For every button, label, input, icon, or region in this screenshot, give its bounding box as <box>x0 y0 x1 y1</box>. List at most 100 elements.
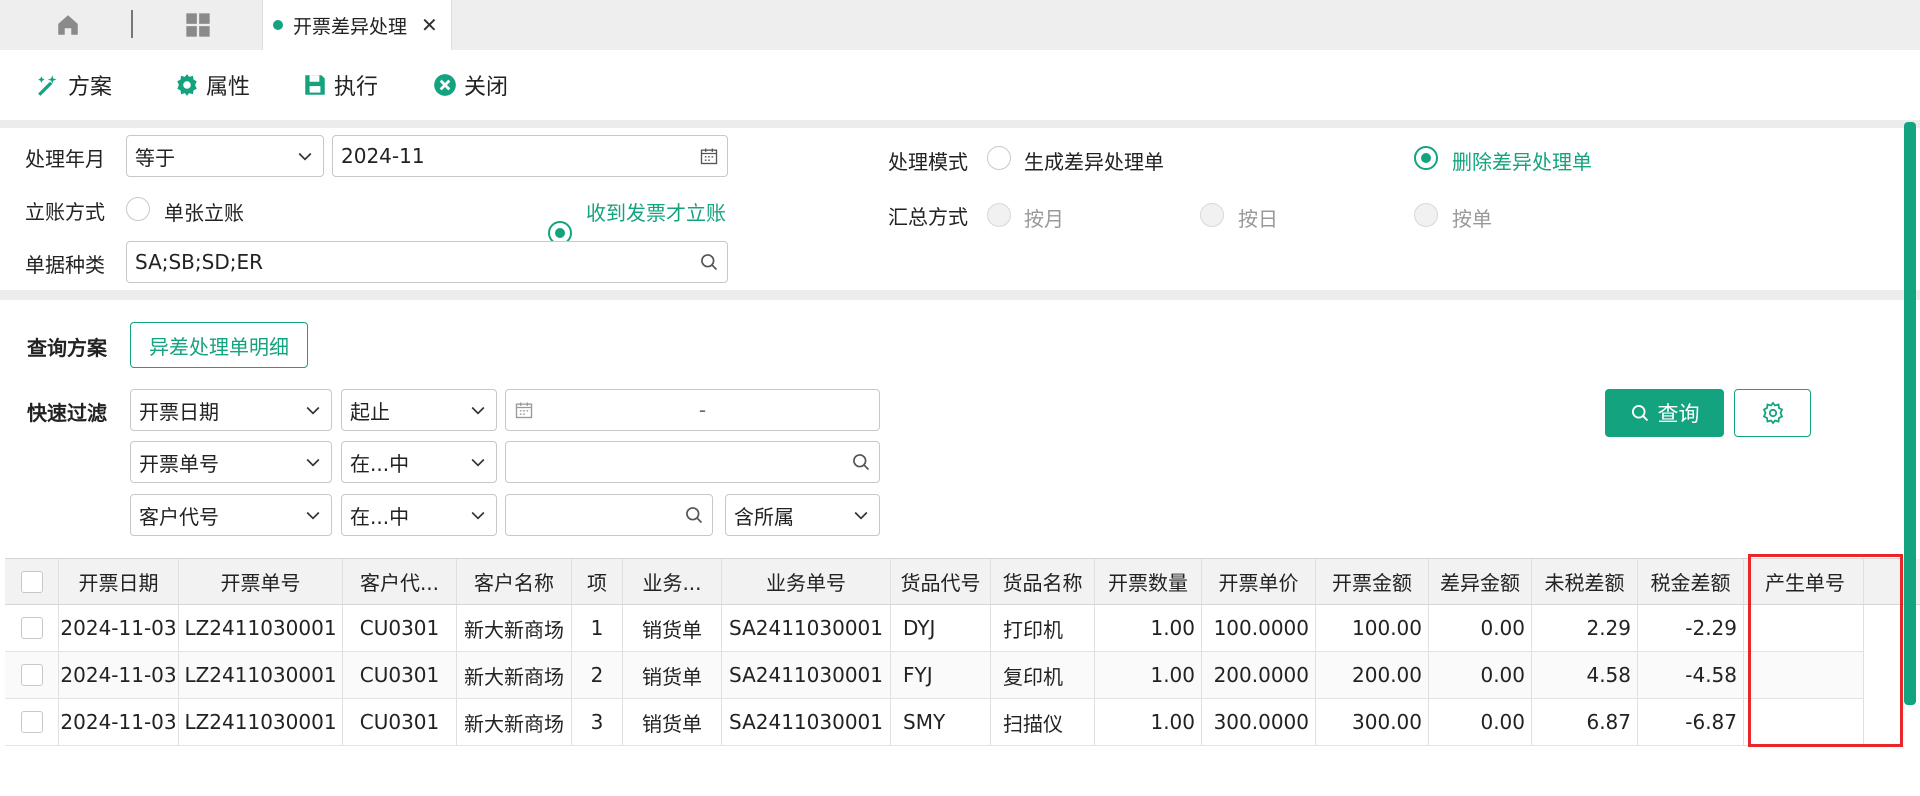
home-icon[interactable] <box>50 8 86 42</box>
account-single-radio[interactable] <box>126 197 150 221</box>
properties-button[interactable]: 属性 <box>174 50 250 120</box>
table-cell: 新大新商场 <box>457 699 572 745</box>
filter3-field-select[interactable]: 客户代号 <box>130 494 332 536</box>
toolbar <box>0 50 1920 120</box>
table-cell: CU0301 <box>343 605 457 651</box>
column-header[interactable]: 项 <box>572 559 623 604</box>
table-cell: 200.00 <box>1316 652 1429 698</box>
chevron-down-icon <box>471 458 485 467</box>
table-cell: 1.00 <box>1095 652 1202 698</box>
column-header[interactable]: 差异金额 <box>1429 559 1532 604</box>
table-cell: 0.00 <box>1429 699 1532 745</box>
table-cell: 1.00 <box>1095 699 1202 745</box>
column-header[interactable]: 开票日期 <box>59 559 179 604</box>
table-cell: LZ2411030001 <box>179 652 343 698</box>
filter1-field-select[interactable]: 开票日期 <box>130 389 332 431</box>
table-cell: 6.87 <box>1532 699 1638 745</box>
summary-day-radio[interactable] <box>1200 203 1224 227</box>
column-header[interactable]: 客户名称 <box>457 559 572 604</box>
search-icon[interactable] <box>684 505 704 525</box>
tab-label: 开票差异处理 <box>293 15 408 38</box>
close-circle-icon <box>434 74 456 96</box>
query-settings-button[interactable] <box>1734 389 1811 437</box>
filter2-field-select[interactable]: 开票单号 <box>130 441 332 483</box>
row-checkbox[interactable] <box>20 711 43 733</box>
calendar-icon[interactable] <box>514 400 534 420</box>
grid-icon[interactable] <box>180 8 216 42</box>
vertical-scrollbar[interactable] <box>1904 122 1916 705</box>
summary-day-text: 按日 <box>1238 207 1278 231</box>
scheme-label: 方案 <box>68 75 113 100</box>
tab-active[interactable]: 开票差异处理 ✕ <box>262 0 452 50</box>
column-header[interactable]: 开票单价 <box>1202 559 1316 604</box>
filter2-value-input[interactable] <box>505 441 880 483</box>
table-row[interactable]: 2024-11-03 LZ2411030001 CU0301 新大新商场 2 销货单 SA2… <box>5 652 1864 699</box>
close-icon[interactable]: ✕ <box>421 13 438 37</box>
filter3-value-input[interactable] <box>505 494 713 536</box>
mode-delete-text: 删除差异处理单 <box>1452 150 1592 174</box>
row-checkbox[interactable] <box>20 664 43 686</box>
table-cell: 300.00 <box>1316 699 1429 745</box>
period-value-input[interactable]: 2024-11 <box>332 135 728 177</box>
table-cell: 0.00 <box>1429 605 1532 651</box>
row-checkbox[interactable] <box>20 617 43 639</box>
execute-button[interactable]: 执行 <box>302 50 378 120</box>
select-all-checkbox[interactable] <box>20 570 43 593</box>
save-icon <box>305 75 325 95</box>
filter3-operator-select[interactable]: 在...中 <box>341 494 497 536</box>
table-cell: 2024-11-03 <box>59 605 179 651</box>
filter1-date-range-input[interactable]: - <box>505 389 880 431</box>
filter2-operator-select[interactable]: 在...中 <box>341 441 497 483</box>
table-cell: 4.58 <box>1532 652 1638 698</box>
gear-icon <box>177 74 197 96</box>
close-button[interactable]: 关闭 <box>432 50 508 120</box>
table-cell: 新大新商场 <box>457 652 572 698</box>
summary-month-radio[interactable] <box>987 203 1011 227</box>
filter1-operator-select[interactable]: 起止 <box>341 389 497 431</box>
search-icon[interactable] <box>699 252 719 272</box>
column-header[interactable]: 开票单号 <box>179 559 343 604</box>
column-header[interactable]: 货品代号 <box>891 559 991 604</box>
table-cell: SA2411030001 <box>722 699 891 745</box>
mode-delete-radio[interactable] <box>1414 146 1438 170</box>
column-header[interactable]: 业务... <box>623 559 722 604</box>
chevron-down-icon <box>306 458 320 467</box>
scheme-button[interactable]: 方案 <box>36 50 112 120</box>
search-icon[interactable] <box>851 452 871 472</box>
column-header[interactable]: 业务单号 <box>722 559 891 604</box>
table-cell: 2.29 <box>1532 605 1638 651</box>
table-cell: 2024-11-03 <box>59 652 179 698</box>
table-cell: 200.0000 <box>1202 652 1316 698</box>
table-cell: -2.29 <box>1638 605 1744 651</box>
summary-label: 汇总方式 <box>888 204 968 229</box>
filter3-extra-select[interactable]: 含所属 <box>725 494 880 536</box>
divider <box>0 290 1920 300</box>
row-checkbox-cell[interactable] <box>5 652 59 698</box>
column-header[interactable]: 开票数量 <box>1095 559 1202 604</box>
execute-label: 执行 <box>334 75 379 100</box>
column-header[interactable]: 货品名称 <box>991 559 1095 604</box>
table-cell: 0.00 <box>1429 652 1532 698</box>
table-row[interactable]: 2024-11-03 LZ2411030001 CU0301 新大新商场 3 销货单 SA2… <box>5 699 1864 746</box>
doctype-input[interactable]: SA;SB;SD;ER <box>126 241 728 283</box>
query-label: 查询 <box>1657 402 1700 426</box>
table-cell: 100.00 <box>1316 605 1429 651</box>
grid-header: 开票日期 开票单号 客户代... 客户名称项业务... 业务单号 货品代号 货品名称 开票数量… <box>5 559 1920 605</box>
column-header[interactable]: 税金差额 <box>1638 559 1744 604</box>
select-all-checkbox-cell[interactable] <box>5 559 59 604</box>
scheme-detail-button[interactable]: 异差处理单明细 <box>130 322 308 368</box>
query-button[interactable]: 查询 <box>1605 389 1724 437</box>
summary-doc-radio[interactable] <box>1414 203 1438 227</box>
calendar-icon[interactable] <box>699 146 719 166</box>
table-cell: 2024-11-03 <box>59 699 179 745</box>
table-row[interactable]: 2024-11-03 LZ2411030001 CU0301 新大新商场 1 销货单 SA2… <box>5 605 1864 652</box>
table-cell: SA2411030001 <box>722 652 891 698</box>
column-header[interactable]: 未税差额 <box>1532 559 1638 604</box>
period-operator-select[interactable]: 等于 <box>126 135 324 177</box>
mode-generate-radio[interactable] <box>987 146 1011 170</box>
table-cell: 2 <box>572 652 623 698</box>
row-checkbox-cell[interactable] <box>5 699 59 745</box>
column-header[interactable]: 开票金额 <box>1316 559 1429 604</box>
row-checkbox-cell[interactable] <box>5 605 59 651</box>
column-header[interactable]: 客户代... <box>343 559 457 604</box>
